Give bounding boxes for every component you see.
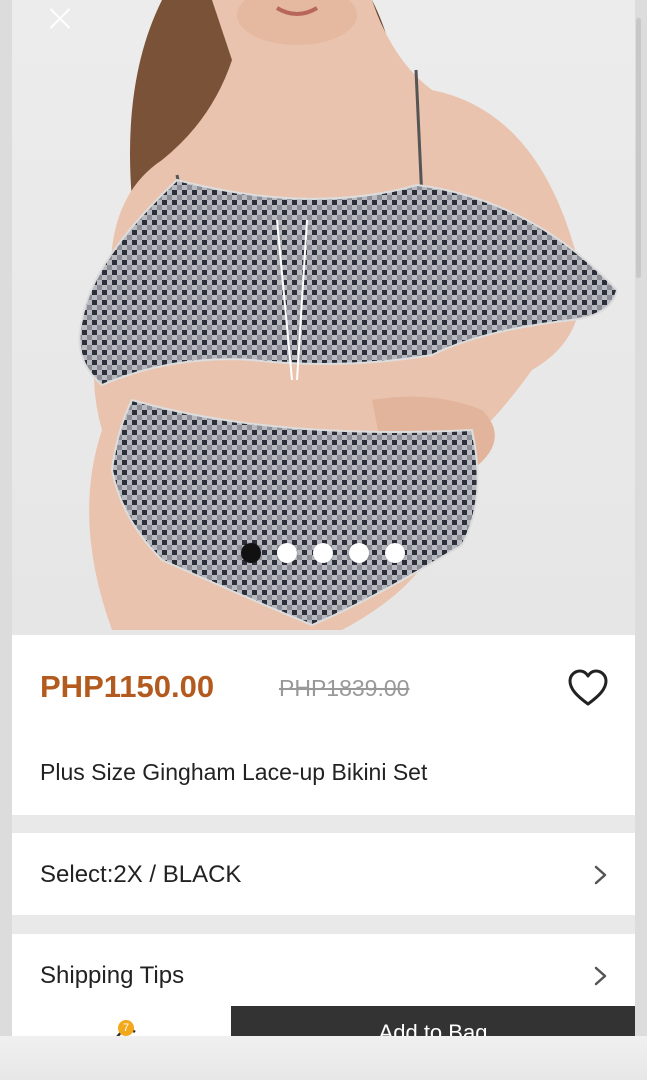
original-price: PHP1839.00: [279, 675, 410, 701]
product-image[interactable]: [12, 0, 635, 635]
heart-icon[interactable]: [567, 669, 609, 707]
shipping-tips-row[interactable]: Shipping Tips: [12, 934, 635, 1006]
current-price: PHP1150.00: [40, 669, 215, 704]
product-title: Plus Size Gingham Lace-up Bikini Set: [40, 759, 428, 785]
blurred-bottom-edge: [0, 1036, 647, 1080]
gallery-dot[interactable]: [313, 543, 333, 563]
frame-left: [0, 0, 12, 1080]
shipping-tips-label: Shipping Tips: [40, 962, 185, 989]
close-icon[interactable]: [46, 4, 74, 32]
chevron-right-icon: [594, 966, 607, 986]
product-info-card: PHP1150.00 PHP1839.00 Plus Size Gingham …: [12, 635, 635, 815]
product-photo-illustration: [78, 0, 619, 630]
scrollbar[interactable]: [636, 18, 641, 278]
gallery-dot[interactable]: [277, 543, 297, 563]
gallery-dot[interactable]: [349, 543, 369, 563]
gallery-dot[interactable]: [385, 543, 405, 563]
option-select-row[interactable]: Select:2X / BLACK: [12, 833, 635, 915]
option-select-label: Select:2X / BLACK: [40, 861, 242, 888]
gallery-pagination: [241, 542, 405, 564]
gallery-dot[interactable]: [241, 543, 261, 563]
cart-count-badge: 7: [118, 1020, 134, 1036]
chevron-right-icon: [594, 865, 607, 885]
